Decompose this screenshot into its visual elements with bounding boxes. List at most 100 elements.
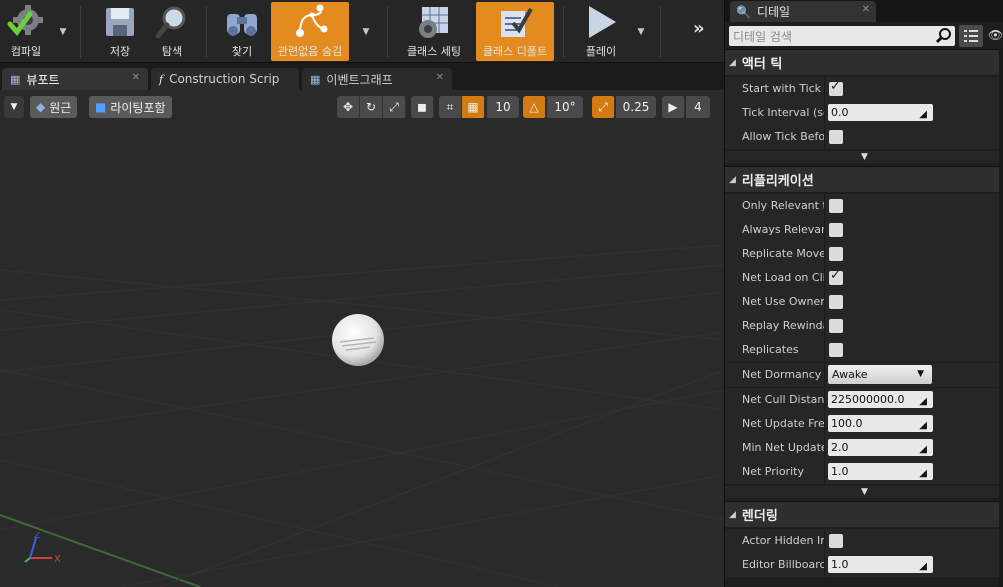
property-name: Always Relevant: [742, 223, 824, 236]
rotation-snap-value[interactable]: 10°: [547, 96, 583, 118]
close-icon[interactable]: ✕: [862, 4, 870, 15]
find-button[interactable]: 찾기: [218, 2, 266, 61]
column-divider[interactable]: [824, 388, 825, 412]
category-rendering[interactable]: ◢ 렌더링: [725, 501, 1003, 527]
grid-snap-value[interactable]: 10: [487, 96, 519, 118]
number-field[interactable]: 2.0 ◢: [828, 439, 933, 456]
compile-button[interactable]: 컴파일: [2, 2, 50, 61]
close-icon[interactable]: ✕: [436, 72, 444, 83]
column-divider[interactable]: [824, 290, 825, 314]
number-value: 2.0: [831, 441, 849, 454]
snap-icon[interactable]: ⌗: [439, 96, 462, 118]
camera-icon[interactable]: ▶: [662, 96, 685, 118]
column-divider[interactable]: [824, 460, 825, 484]
play-dropdown-icon[interactable]: ▼: [632, 2, 650, 61]
checkbox[interactable]: [829, 295, 843, 309]
category-replication[interactable]: ◢ 리플리케이션: [725, 166, 1003, 192]
camera-speed-value[interactable]: 4: [686, 96, 710, 118]
perspective-button[interactable]: ◆ 원근: [30, 96, 78, 118]
save-label: 저장: [109, 45, 131, 58]
browse-button[interactable]: 탐색: [148, 2, 196, 61]
advanced-expander[interactable]: ▼: [725, 486, 1003, 498]
scale-snap-value[interactable]: 0.25: [616, 96, 656, 118]
hide-unrelated-button[interactable]: 관련없음 숨김: [271, 2, 349, 61]
tab-event-graph[interactable]: ▦ 이벤트그래프 ✕: [302, 68, 452, 90]
property-name: Only Relevant to: [742, 199, 824, 212]
number-field[interactable]: 1.0 ◢: [828, 463, 933, 480]
compile-dropdown-icon[interactable]: ▼: [54, 2, 72, 61]
play-button[interactable]: 플레이: [574, 2, 628, 61]
column-divider[interactable]: [824, 266, 825, 290]
class-settings-button[interactable]: 클래스 세팅: [397, 2, 471, 61]
number-field[interactable]: 225000000.0 ◢: [828, 391, 933, 408]
column-divider[interactable]: [824, 77, 825, 101]
toolbar-separator: [387, 6, 388, 58]
class-defaults-button[interactable]: 클래스 디폴트: [476, 2, 554, 61]
net-dormancy-select[interactable]: Awake ▼: [828, 365, 932, 384]
column-divider[interactable]: [824, 338, 825, 362]
column-divider[interactable]: [824, 363, 825, 387]
details-search-input[interactable]: 디테일 검색: [729, 26, 955, 46]
eye-icon[interactable]: 👁: [988, 28, 1003, 42]
category-actor-tick[interactable]: ◢ 액터 틱: [725, 49, 1003, 75]
viewport[interactable]: ▼ ◆ 원근 ■ 라이팅포함 ✥ ↻ ⤢ ◼ ⌗ ▦ 10 △ 10° ⤢ 0.…: [0, 90, 724, 587]
column-divider[interactable]: [824, 101, 825, 125]
angle-icon[interactable]: △: [523, 96, 546, 118]
property-row: Editor Billboard S 1.0 ◢: [725, 553, 1003, 577]
checkbox[interactable]: [829, 247, 843, 261]
checkbox[interactable]: [829, 130, 843, 144]
column-divider[interactable]: [824, 553, 825, 577]
checkbox[interactable]: [829, 343, 843, 357]
rotate-icon[interactable]: ↻: [360, 96, 383, 118]
sphere-actor[interactable]: [330, 312, 386, 368]
column-divider[interactable]: [824, 125, 825, 149]
checkbox[interactable]: [829, 79, 843, 96]
advanced-expander[interactable]: ▼: [725, 151, 1003, 163]
number-field[interactable]: 1.0 ◢: [828, 556, 933, 573]
hide-unrelated-dropdown-icon[interactable]: ▼: [357, 2, 375, 61]
property-row: Actor Hidden In: [725, 529, 1003, 553]
cube-icon[interactable]: ◼: [411, 96, 434, 118]
property-matrix-button[interactable]: [959, 25, 983, 47]
scale-icon[interactable]: ⤢: [383, 96, 406, 118]
column-divider[interactable]: [824, 314, 825, 338]
lighting-mode-label: 라이팅포함: [110, 100, 166, 115]
property-row: Net Priority 1.0 ◢: [725, 460, 1003, 484]
rotation-snap-group: △: [523, 96, 546, 118]
compile-icon: [6, 2, 46, 42]
number-field[interactable]: 0.0 ◢: [828, 104, 933, 121]
checkbox[interactable]: [829, 223, 843, 237]
column-divider[interactable]: [824, 529, 825, 553]
viewport-options-dropdown[interactable]: ▼: [4, 96, 24, 118]
grid-icon[interactable]: ▦: [462, 96, 485, 118]
translate-icon[interactable]: ✥: [337, 96, 360, 118]
checkbox[interactable]: [829, 319, 843, 333]
column-divider[interactable]: [824, 242, 825, 266]
details-scrollbar[interactable]: [999, 48, 1003, 587]
column-divider[interactable]: [824, 436, 825, 460]
column-divider[interactable]: [824, 218, 825, 242]
tab-details[interactable]: 🔍 디테일 ✕: [730, 1, 876, 22]
checkbox[interactable]: [829, 199, 843, 213]
toolbar-separator: [660, 6, 661, 58]
checkbox[interactable]: [829, 268, 843, 285]
column-divider[interactable]: [824, 412, 825, 436]
drag-grip-icon: ◢: [919, 396, 927, 407]
save-button[interactable]: 저장: [96, 2, 144, 61]
drag-grip-icon: ◢: [919, 468, 927, 479]
lighting-mode-button[interactable]: ■ 라이팅포함: [89, 96, 172, 118]
list-view-icon: [964, 30, 978, 42]
search-icon: [935, 28, 951, 44]
checkbox[interactable]: [829, 534, 843, 548]
property-name: Replicates: [742, 343, 799, 356]
number-field[interactable]: 100.0 ◢: [828, 415, 933, 432]
scale-snap-icon[interactable]: ⤢: [592, 96, 615, 118]
property-row: Net Dormancy Awake ▼: [725, 363, 1003, 387]
tab-construction-script[interactable]: f Construction Scrip: [151, 68, 299, 90]
property-row: Net Use Owner R: [725, 290, 1003, 314]
tab-viewport[interactable]: ▦ 뷰포트 ✕: [2, 68, 148, 90]
close-icon[interactable]: ✕: [132, 72, 140, 83]
column-divider[interactable]: [824, 194, 825, 218]
toolbar-overflow-icon[interactable]: »: [693, 18, 704, 39]
property-row: Net Load on Clie: [725, 266, 1003, 290]
